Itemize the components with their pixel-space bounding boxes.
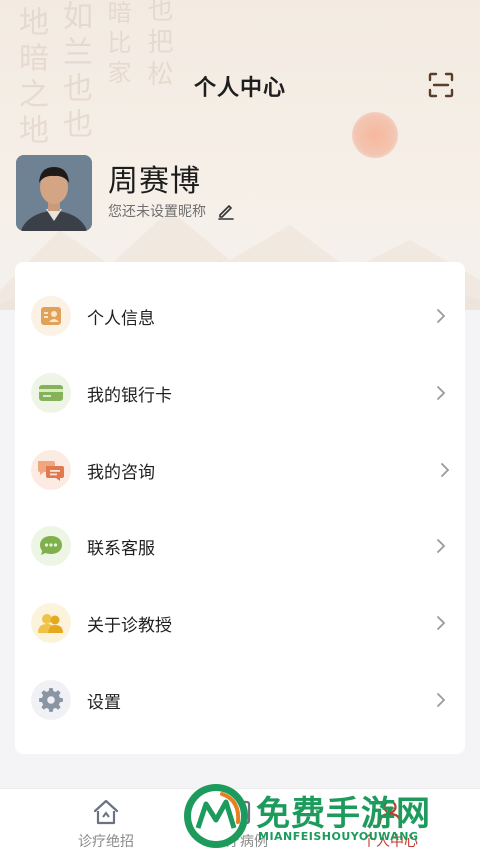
users-icon xyxy=(31,603,71,643)
watermark-subtitle: MIANFEISHOUYOUWANG xyxy=(258,830,419,843)
chevron-right-icon xyxy=(437,616,446,630)
page-title: 个人中心 xyxy=(193,76,286,101)
menu-item-label: 设置 xyxy=(87,692,121,713)
gear-icon xyxy=(31,680,71,720)
watermark-title: 免费手游网 xyxy=(256,794,431,834)
menu-item-settings[interactable]: 设置 xyxy=(15,662,465,738)
watermark-logo-icon xyxy=(184,784,248,848)
chevron-right-icon xyxy=(437,539,446,553)
scan-icon[interactable] xyxy=(426,70,456,100)
pencil-icon[interactable] xyxy=(216,201,236,221)
id-card-icon xyxy=(31,296,71,336)
message-icon xyxy=(31,526,71,566)
menu-item-label: 关于诊教授 xyxy=(87,615,172,636)
tab-label: 诊疗绝招 xyxy=(78,834,134,850)
bank-card-icon xyxy=(31,373,71,413)
menu-item-personal-info[interactable]: 个人信息 xyxy=(15,278,465,354)
chevron-right-icon xyxy=(441,463,450,477)
chevron-right-icon xyxy=(437,386,446,400)
sun-decoration xyxy=(352,112,398,158)
menu-item-label: 我的咨询 xyxy=(87,462,155,483)
menu-item-bank-card[interactable]: 我的银行卡 xyxy=(15,355,465,431)
menu-card: 个人信息 我的银行卡 我的咨询 联系客服 关于诊教授 设置 xyxy=(15,262,465,754)
menu-item-label: 联系客服 xyxy=(87,538,155,559)
chevron-right-icon xyxy=(437,309,446,323)
watermark: 免费手游网 MIANFEISHOUYOUWANG xyxy=(182,780,472,853)
menu-item-label: 个人信息 xyxy=(87,308,155,329)
menu-item-customer-service[interactable]: 联系客服 xyxy=(15,508,465,584)
menu-item-about[interactable]: 关于诊教授 xyxy=(15,585,465,661)
menu-item-label: 我的银行卡 xyxy=(87,385,172,406)
chevron-right-icon xyxy=(437,693,446,707)
nickname-hint: 您还未设置昵称 xyxy=(108,204,206,220)
avatar[interactable] xyxy=(16,155,92,231)
home-icon xyxy=(93,799,119,825)
chat-bubbles-icon xyxy=(31,450,71,490)
menu-item-consultations[interactable]: 我的咨询 xyxy=(15,432,465,508)
user-name: 周赛博 xyxy=(108,164,201,199)
nickname-row[interactable]: 您还未设置昵称 xyxy=(108,200,236,222)
